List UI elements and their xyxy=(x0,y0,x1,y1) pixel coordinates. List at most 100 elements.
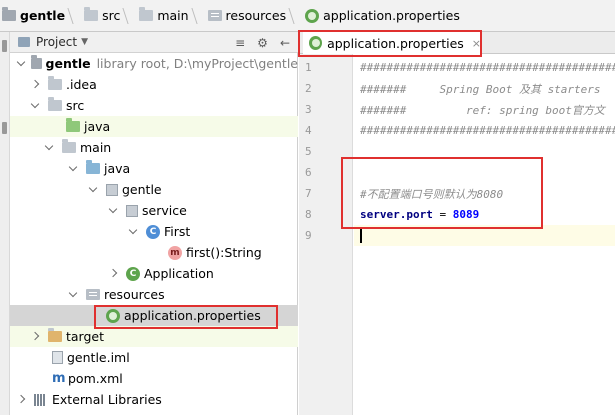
tree-item-gentle-package[interactable]: gentle xyxy=(10,179,298,200)
line-number: 7 xyxy=(305,187,312,200)
property-value: 8089 xyxy=(452,208,480,221)
tree-item-label: main xyxy=(80,140,112,155)
editor-tab-bar: application.properties × xyxy=(299,32,615,54)
tree-item-java[interactable]: java xyxy=(10,158,298,179)
package-icon xyxy=(106,183,118,196)
code-line-8: server.port = 8089 xyxy=(354,204,615,225)
breadcrumb-separator xyxy=(125,0,133,32)
tree-item-external-libraries[interactable]: External Libraries xyxy=(10,389,298,410)
folder-icon xyxy=(48,76,62,90)
tree-item-java-top[interactable]: java xyxy=(10,116,298,137)
collapse-all-icon[interactable]: ≡ xyxy=(235,36,245,50)
tree-item-label: gentle xyxy=(45,56,91,71)
breadcrumb-label: gentle xyxy=(20,8,66,23)
expand-arrow-icon[interactable] xyxy=(16,53,23,74)
left-tool-window-strip[interactable] xyxy=(0,32,10,415)
breadcrumb-separator xyxy=(194,0,202,32)
maven-icon: m xyxy=(52,371,66,386)
tree-item-idea[interactable]: .idea xyxy=(10,74,298,95)
expand-arrow-icon[interactable] xyxy=(16,389,26,410)
tree-item-src[interactable]: src xyxy=(10,95,298,116)
tree-item-application-properties[interactable]: application.properties xyxy=(10,305,298,326)
project-panel-title[interactable]: Project xyxy=(36,35,77,49)
expand-arrow-icon[interactable] xyxy=(88,179,98,200)
spring-properties-icon xyxy=(106,308,120,323)
source-folder-icon xyxy=(66,118,80,132)
code-editor[interactable]: ###################################### ##… xyxy=(354,54,615,415)
breadcrumb-label: resources xyxy=(225,8,287,23)
tree-item-label: java xyxy=(104,161,131,176)
breadcrumb-application-properties[interactable]: application.properties xyxy=(305,0,460,32)
breadcrumb-resources[interactable]: resources xyxy=(207,0,287,32)
class-icon: C xyxy=(146,224,160,239)
tree-item-label: service xyxy=(142,203,187,218)
dropdown-arrow-icon[interactable]: ▼ xyxy=(81,37,88,47)
tree-item-pom[interactable]: m pom.xml xyxy=(10,368,298,389)
expand-arrow-icon[interactable] xyxy=(108,263,118,284)
spring-properties-icon xyxy=(309,36,323,50)
tree-item-target[interactable]: target xyxy=(10,326,298,347)
line-number: 4 xyxy=(305,124,312,137)
tree-item-gentle[interactable]: gentle library root, D:\myProject\gentle xyxy=(10,53,298,74)
property-separator: = xyxy=(432,208,453,221)
code-line-7: #不配置端口号则默认为8080 xyxy=(360,187,504,201)
line-number-gutter: 1 2 3 4 5 6 7 8 9 xyxy=(299,54,353,415)
project-tool-icon[interactable] xyxy=(2,40,7,52)
tree-item-main[interactable]: main xyxy=(10,137,298,158)
project-folder-icon xyxy=(31,55,42,69)
code-line-9 xyxy=(354,225,615,246)
tree-item-label: target xyxy=(66,329,105,344)
tree-item-application[interactable]: C Application xyxy=(10,263,298,284)
tab-application-properties[interactable]: application.properties × xyxy=(303,32,481,54)
tree-item-label: java xyxy=(84,119,111,134)
tree-item-label: gentle xyxy=(122,182,162,197)
navigation-breadcrumb: gentle src main resources application.pr… xyxy=(0,0,615,32)
expand-arrow-icon[interactable] xyxy=(68,158,78,179)
expand-arrow-icon[interactable] xyxy=(44,137,54,158)
tree-item-label: resources xyxy=(104,287,165,302)
tree-item-label: pom.xml xyxy=(68,371,123,386)
breadcrumb-main[interactable]: main xyxy=(139,0,189,32)
code-line-2: ####### Spring Boot 及其 starters xyxy=(360,82,601,96)
line-number: 5 xyxy=(305,145,312,158)
tree-item-first-method[interactable]: m first():String xyxy=(10,242,298,263)
project-folder-icon xyxy=(2,7,16,21)
project-panel-header: Project ▼ ≡ ⚙ ← xyxy=(10,32,298,53)
folder-icon xyxy=(62,139,76,153)
tree-item-resources[interactable]: resources xyxy=(10,284,298,305)
project-tree[interactable]: gentle library root, D:\myProject\gentle… xyxy=(10,53,298,415)
tree-item-label: src xyxy=(66,98,85,113)
tree-item-label: first():String xyxy=(186,245,262,260)
tree-item-label: Application xyxy=(144,266,214,281)
tree-item-service[interactable]: service xyxy=(10,200,298,221)
breadcrumb-gentle[interactable]: gentle xyxy=(2,0,65,32)
expand-arrow-icon[interactable] xyxy=(30,326,40,347)
excluded-folder-icon xyxy=(48,328,62,342)
resources-folder-icon xyxy=(86,289,100,300)
line-number: 1 xyxy=(305,61,312,74)
expand-arrow-icon[interactable] xyxy=(30,95,40,116)
breadcrumb-separator xyxy=(291,0,299,32)
tree-item-label: .idea xyxy=(66,77,97,92)
line-number: 3 xyxy=(305,103,312,116)
breadcrumb-separator xyxy=(70,0,78,32)
expand-arrow-icon[interactable] xyxy=(68,284,78,305)
gear-icon[interactable]: ⚙ xyxy=(257,36,268,50)
tree-item-gentle-iml[interactable]: gentle.iml xyxy=(10,347,298,368)
close-icon[interactable]: × xyxy=(472,37,481,50)
tree-item-meta: library root, D:\myProject\gentle xyxy=(96,56,298,71)
breadcrumb-label: main xyxy=(157,8,189,23)
expand-arrow-icon[interactable] xyxy=(128,221,138,242)
expand-arrow-icon[interactable] xyxy=(30,74,40,95)
code-line-4: ########################################… xyxy=(360,124,615,137)
tab-label: application.properties xyxy=(327,35,464,51)
breadcrumb-src[interactable]: src xyxy=(84,0,120,32)
expand-arrow-icon[interactable] xyxy=(108,200,118,221)
hide-panel-icon[interactable]: ← xyxy=(280,36,290,50)
tree-item-first[interactable]: C First xyxy=(10,221,298,242)
structure-tool-icon[interactable] xyxy=(2,122,7,134)
folder-icon xyxy=(84,7,99,21)
tree-item-label: First xyxy=(164,224,191,239)
